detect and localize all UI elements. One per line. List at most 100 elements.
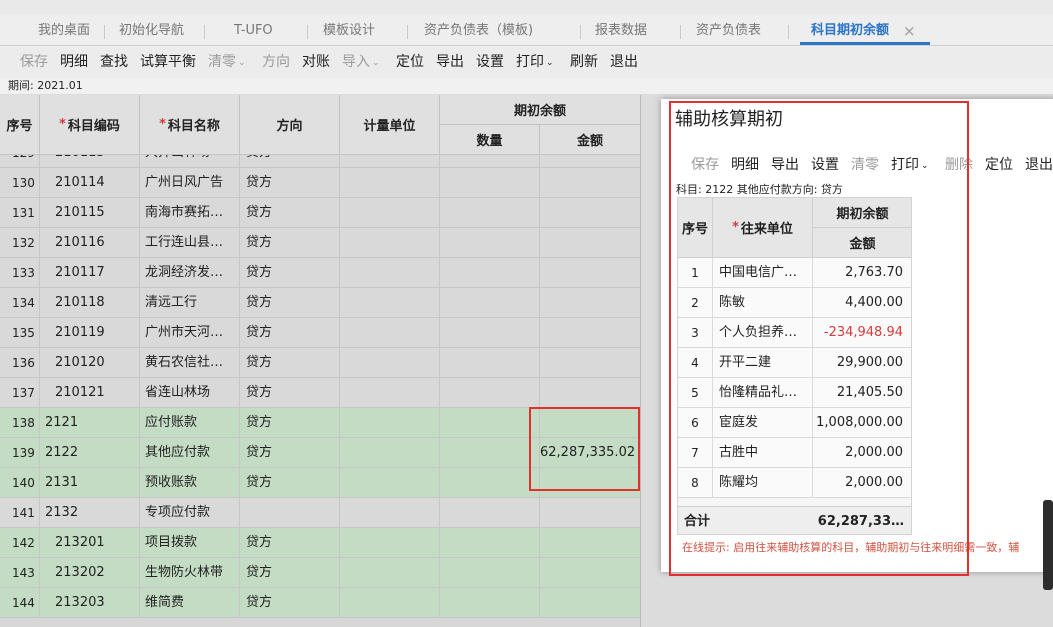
dialog-locate-button[interactable]: 定位 <box>985 155 1013 175</box>
row-code[interactable]: 210120 <box>40 348 140 378</box>
row-name[interactable]: 工行连山县… <box>140 228 240 258</box>
row-direction[interactable]: 贷方 <box>240 378 340 408</box>
find-button[interactable]: 查找 <box>100 46 128 78</box>
row-code[interactable]: 210114 <box>40 168 140 198</box>
row-name[interactable]: 黄石农信社… <box>140 348 240 378</box>
row-code[interactable]: 2122 <box>40 438 140 468</box>
row-amount[interactable] <box>540 258 640 288</box>
row-unit[interactable] <box>340 408 440 438</box>
table-row[interactable]: 143 213202 生物防火林带 贷方 <box>0 558 640 588</box>
exit-button[interactable]: 退出 <box>610 46 638 78</box>
row-qty[interactable] <box>440 378 540 408</box>
locate-button[interactable]: 定位 <box>396 46 424 78</box>
row-name[interactable]: 维简费 <box>140 588 240 618</box>
row-amount[interactable] <box>540 198 640 228</box>
row-qty[interactable] <box>440 168 540 198</box>
tab-report-data[interactable]: 报表数据 <box>595 14 647 46</box>
row-amount[interactable] <box>540 168 640 198</box>
row-name[interactable]: 大井山林场 <box>140 155 240 168</box>
row-unit[interactable] <box>340 468 440 498</box>
table-row[interactable]: 136 210120 黄石农信社… 贷方 <box>0 348 640 378</box>
save-button[interactable]: 保存 <box>20 46 48 78</box>
row-direction[interactable]: 贷方 <box>240 168 340 198</box>
row-code[interactable]: 2121 <box>40 408 140 438</box>
detail-button[interactable]: 明细 <box>60 46 88 78</box>
row-name[interactable]: 项目拨款 <box>140 528 240 558</box>
import-dropdown[interactable]: 导入 ⌄ <box>342 46 380 78</box>
row-direction[interactable]: 贷方 <box>240 258 340 288</box>
row-direction[interactable]: 贷方 <box>240 588 340 618</box>
row-unit[interactable] <box>340 155 440 168</box>
row-qty[interactable] <box>440 318 540 348</box>
row-name[interactable]: 专项应付款 <box>140 498 240 528</box>
tab-init-guide[interactable]: 初始化导航 <box>119 14 184 46</box>
row-unit[interactable] <box>340 288 440 318</box>
table-row[interactable]: 130 210114 广州日风广告 贷方 <box>0 168 640 198</box>
row-code[interactable]: 210113 <box>40 155 140 168</box>
dialog-exit-button[interactable]: 退出 <box>1025 155 1053 175</box>
row-qty[interactable] <box>440 258 540 288</box>
table-row[interactable]: 135 210119 广州市天河… 贷方 <box>0 318 640 348</box>
row-direction[interactable]: 贷方 <box>240 528 340 558</box>
trial-balance-button[interactable]: 试算平衡 <box>140 46 196 78</box>
row-direction[interactable]: 贷方 <box>240 198 340 228</box>
row-amount[interactable] <box>540 318 640 348</box>
row-direction[interactable]: 贷方 <box>240 348 340 378</box>
row-name[interactable]: 广州市天河… <box>140 318 240 348</box>
row-code[interactable]: 213203 <box>40 588 140 618</box>
row-code[interactable]: 210121 <box>40 378 140 408</box>
row-direction[interactable]: 贷方 <box>240 155 340 168</box>
row-name[interactable]: 龙洞经济发… <box>140 258 240 288</box>
tab-t-ufo[interactable]: T-UFO <box>234 14 273 46</box>
table-row[interactable]: 142 213201 项目拨款 贷方 <box>0 528 640 558</box>
row-direction[interactable]: 贷方 <box>240 558 340 588</box>
table-row[interactable]: 134 210118 清远工行 贷方 <box>0 288 640 318</box>
row-code[interactable]: 213202 <box>40 558 140 588</box>
row-code[interactable]: 210118 <box>40 288 140 318</box>
row-unit[interactable] <box>340 228 440 258</box>
row-name[interactable]: 省连山林场 <box>140 378 240 408</box>
row-amount[interactable] <box>540 558 640 588</box>
row-name[interactable]: 生物防火林带 <box>140 558 240 588</box>
reconcile-button[interactable]: 对账 <box>302 46 330 78</box>
row-qty[interactable] <box>440 438 540 468</box>
tab-template-design[interactable]: 模板设计 <box>323 14 375 46</box>
row-unit[interactable] <box>340 258 440 288</box>
row-amount[interactable] <box>540 155 640 168</box>
direction-button[interactable]: 方向 <box>262 46 290 78</box>
row-direction[interactable]: 贷方 <box>240 438 340 468</box>
row-direction[interactable]: 贷方 <box>240 318 340 348</box>
row-name[interactable]: 清远工行 <box>140 288 240 318</box>
row-name[interactable]: 其他应付款 <box>140 438 240 468</box>
row-unit[interactable] <box>340 498 440 528</box>
table-row[interactable]: 132 210116 工行连山县… 贷方 <box>0 228 640 258</box>
row-qty[interactable] <box>440 468 540 498</box>
row-unit[interactable] <box>340 318 440 348</box>
table-row[interactable]: 144 213203 维简费 贷方 <box>0 588 640 618</box>
row-qty[interactable] <box>440 588 540 618</box>
row-direction[interactable]: 贷方 <box>240 288 340 318</box>
row-unit[interactable] <box>340 168 440 198</box>
row-amount[interactable] <box>540 498 640 528</box>
tab-my-desktop[interactable]: 我的桌面 <box>38 14 90 46</box>
scrollbar[interactable] <box>1043 500 1053 590</box>
row-code[interactable]: 210116 <box>40 228 140 258</box>
row-qty[interactable] <box>440 528 540 558</box>
row-code[interactable]: 210119 <box>40 318 140 348</box>
row-qty[interactable] <box>440 155 540 168</box>
row-code[interactable]: 213201 <box>40 528 140 558</box>
row-direction[interactable]: 贷方 <box>240 228 340 258</box>
row-amount[interactable] <box>540 588 640 618</box>
row-unit[interactable] <box>340 378 440 408</box>
row-amount[interactable] <box>540 348 640 378</box>
row-amount[interactable] <box>540 228 640 258</box>
settings-button[interactable]: 设置 <box>476 46 504 78</box>
table-row[interactable]: 129 210113 大井山林场 贷方 <box>0 155 640 168</box>
row-qty[interactable] <box>440 198 540 228</box>
row-unit[interactable] <box>340 348 440 378</box>
row-code[interactable]: 2132 <box>40 498 140 528</box>
row-direction[interactable]: 贷方 <box>240 408 340 438</box>
row-unit[interactable] <box>340 528 440 558</box>
refresh-button[interactable]: 刷新 <box>570 46 598 78</box>
row-name[interactable]: 南海市赛拓… <box>140 198 240 228</box>
